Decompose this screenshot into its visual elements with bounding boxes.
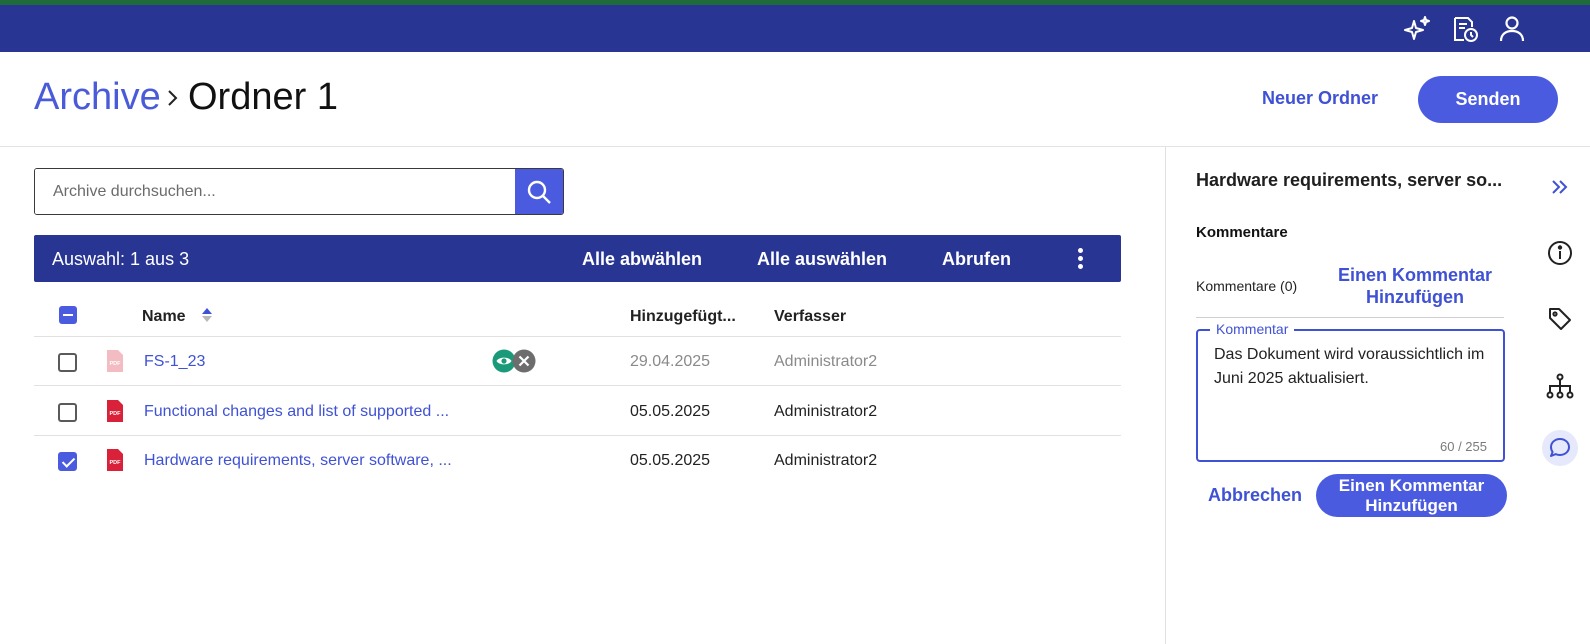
double-chevron-right-icon[interactable] bbox=[1544, 171, 1576, 203]
panel-title: Hardware requirements, server so... bbox=[1196, 170, 1503, 190]
comment-icon[interactable] bbox=[1542, 430, 1578, 466]
comment-textarea[interactable]: Das Dokument wird voraussichtlich im Jun… bbox=[1214, 343, 1494, 433]
add-comment-link-line2: Hinzufügen bbox=[1366, 287, 1464, 307]
chevron-right-icon bbox=[166, 88, 180, 108]
page-title: Ordner 1 bbox=[188, 76, 338, 118]
date-added: 05.05.2025 bbox=[630, 452, 711, 469]
selection-count: Auswahl: 1 aus 3 bbox=[52, 249, 190, 269]
file-name-link[interactable]: Hardware requirements, server software, … bbox=[144, 452, 452, 470]
page-header: Archive Ordner 1 Neuer Ordner Senden bbox=[0, 52, 1590, 147]
hierarchy-icon[interactable] bbox=[1544, 370, 1576, 402]
comment-field-label: Kommentar bbox=[1210, 321, 1295, 337]
author: Administrator2 bbox=[774, 353, 878, 370]
row-checkbox[interactable] bbox=[58, 353, 77, 372]
more-vert-icon[interactable] bbox=[1074, 245, 1086, 273]
send-button[interactable]: Senden bbox=[1418, 76, 1558, 123]
date-added: 05.05.2025 bbox=[630, 403, 711, 420]
info-icon[interactable] bbox=[1544, 237, 1576, 269]
top-navbar bbox=[0, 5, 1590, 52]
retrieve-button[interactable]: Abrufen bbox=[942, 249, 1011, 270]
column-author[interactable]: Verfasser bbox=[774, 308, 846, 326]
user-icon[interactable] bbox=[1496, 13, 1528, 45]
add-comment-button[interactable]: Einen Kommentar Hinzufügen bbox=[1316, 474, 1507, 517]
pdf-file-icon: PDF bbox=[107, 350, 123, 372]
comments-heading: Kommentare bbox=[1196, 224, 1288, 241]
add-comment-link[interactable]: Einen Kommentar Hinzufügen bbox=[1320, 264, 1510, 308]
search-box bbox=[34, 168, 564, 215]
add-comment-button-line2: Hinzufügen bbox=[1365, 496, 1458, 515]
panel-divider bbox=[1165, 147, 1166, 644]
row-checkbox[interactable] bbox=[58, 452, 77, 471]
comments-count: Kommentare (0) bbox=[1196, 278, 1298, 294]
add-comment-link-line1: Einen Kommentar bbox=[1337, 265, 1493, 285]
search-icon bbox=[527, 180, 551, 204]
search-button[interactable] bbox=[515, 169, 563, 214]
comments-separator bbox=[1196, 317, 1504, 318]
pdf-file-icon: PDF bbox=[107, 400, 123, 422]
status-badges bbox=[492, 349, 540, 373]
table-row[interactable]: PDF FS-1_23 29.04.2025 Administrator2 bbox=[34, 337, 1121, 386]
svg-text:PDF: PDF bbox=[110, 411, 122, 417]
add-comment-button-line1: Einen Kommentar bbox=[1338, 476, 1485, 495]
select-all-checkbox[interactable] bbox=[59, 306, 77, 324]
file-name-link[interactable]: FS-1_23 bbox=[144, 353, 205, 371]
author: Administrator2 bbox=[774, 403, 878, 420]
column-added[interactable]: Hinzugefügt... bbox=[630, 308, 736, 326]
new-folder-button[interactable]: Neuer Ordner bbox=[1262, 88, 1378, 109]
pdf-file-icon: PDF bbox=[107, 449, 123, 471]
document-clock-icon[interactable] bbox=[1449, 13, 1481, 45]
deselect-all-button[interactable]: Alle abwählen bbox=[582, 249, 702, 270]
table-row[interactable]: PDF Hardware requirements, server softwa… bbox=[34, 436, 1121, 485]
table-row[interactable]: PDF Functional changes and list of suppo… bbox=[34, 387, 1121, 436]
table-header: Name Hinzugefügt... Verfasser bbox=[34, 296, 1121, 337]
breadcrumb-archive-link[interactable]: Archive bbox=[34, 76, 161, 119]
sort-ascending-icon[interactable] bbox=[201, 306, 213, 324]
search-input[interactable] bbox=[35, 169, 513, 214]
column-name[interactable]: Name bbox=[142, 308, 186, 326]
char-counter: 60 / 255 bbox=[1440, 439, 1487, 454]
tag-icon[interactable] bbox=[1544, 303, 1576, 335]
author: Administrator2 bbox=[774, 452, 878, 469]
select-all-button[interactable]: Alle auswählen bbox=[757, 249, 887, 270]
comment-field: Kommentar Das Dokument wird voraussichtl… bbox=[1196, 321, 1505, 462]
selection-toolbar: Auswahl: 1 aus 3 Alle abwählen Alle ausw… bbox=[34, 235, 1121, 282]
sparkle-icon[interactable] bbox=[1402, 13, 1434, 45]
svg-text:PDF: PDF bbox=[110, 361, 122, 367]
date-added: 29.04.2025 bbox=[630, 353, 711, 370]
file-name-link[interactable]: Functional changes and list of supported… bbox=[144, 403, 449, 421]
cancel-button[interactable]: Abbrechen bbox=[1208, 485, 1302, 506]
svg-text:PDF: PDF bbox=[110, 460, 122, 466]
row-checkbox[interactable] bbox=[58, 403, 77, 422]
